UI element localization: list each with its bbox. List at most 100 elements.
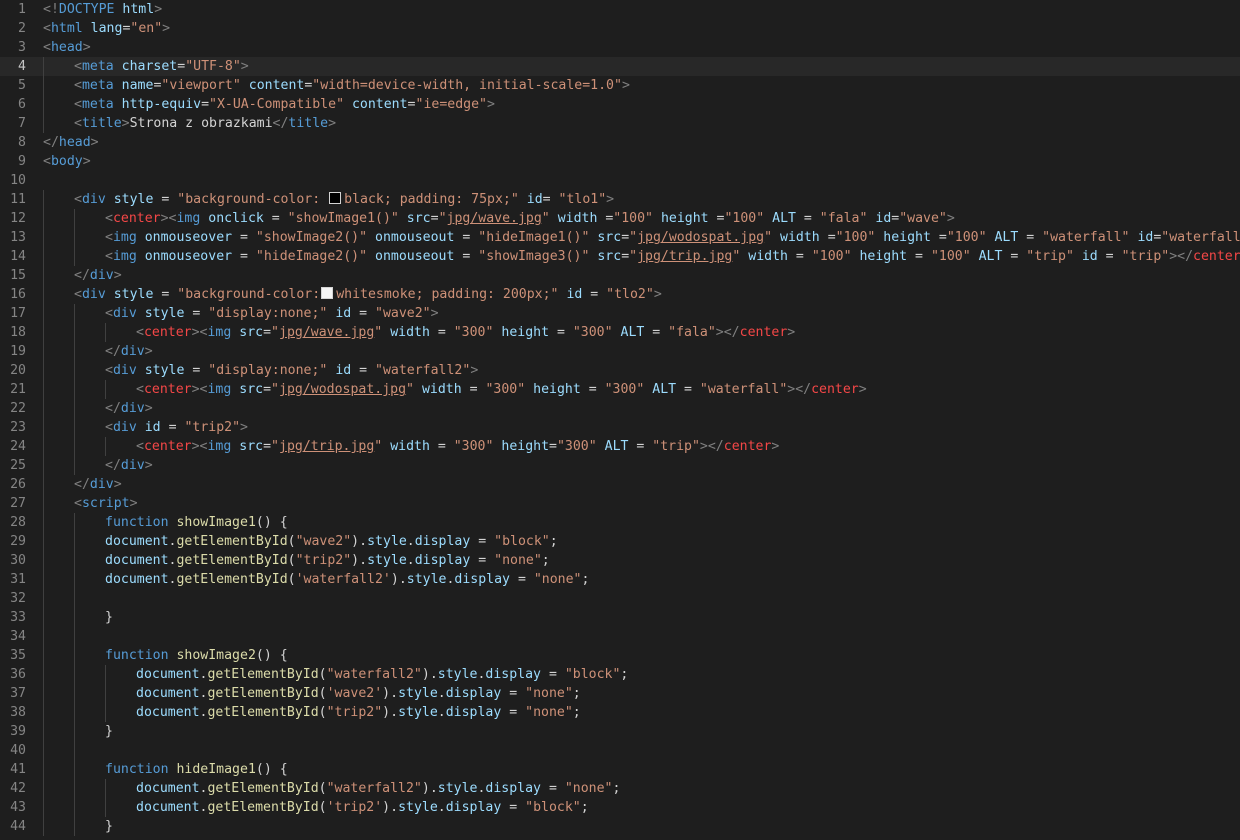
- code-line[interactable]: 8 </head>: [0, 133, 1240, 152]
- code-lines[interactable]: 1 <!DOCTYPE html> 2 <html lang="en"> 3 <head>…: [0, 0, 1240, 836]
- code-line[interactable]: 3 <head>: [0, 38, 1240, 57]
- code-line[interactable]: 26 </div>: [0, 475, 1240, 494]
- code-token: meta: [81, 97, 114, 112]
- code-line[interactable]: 42 document.getElementById("waterfall2").…: [0, 779, 1240, 798]
- code-line[interactable]: 35 function showImage2() {: [0, 646, 1240, 665]
- color-swatch-icon[interactable]: [329, 192, 342, 204]
- code-token: "showImage1()": [287, 211, 399, 226]
- code-token: ).: [390, 572, 407, 587]
- code-line[interactable]: 37 document. getElementById('wave2').style…: [0, 684, 1240, 703]
- code-line[interactable]: 29 document. getElementById("wave2").style…: [0, 532, 1240, 551]
- code-text: <img onmouseover = "showImage2()" onmous…: [105, 228, 1240, 247]
- code-line[interactable]: 21 <center><img src="jpg/wodospat.jpg" wi…: [0, 380, 1240, 399]
- code-token: (: [318, 705, 327, 720]
- code-token: <!: [43, 2, 59, 17]
- code-token: =: [580, 382, 605, 397]
- code-token: }: [105, 724, 113, 739]
- code-line[interactable]: 25 </div>: [0, 456, 1240, 475]
- code-line[interactable]: 2 <html lang="en">: [0, 19, 1240, 38]
- code-line[interactable]: 41 function hideImage1() {: [0, 760, 1240, 779]
- code-line[interactable]: 27 <script>: [0, 494, 1240, 513]
- code-line[interactable]: 34: [0, 627, 1240, 646]
- code-line[interactable]: 16 <div style = "background-color: whitesm…: [0, 285, 1240, 304]
- code-token: =: [263, 439, 272, 454]
- indent-guide: [74, 608, 75, 627]
- code-token: meta: [81, 78, 114, 93]
- code-token: div: [120, 344, 145, 359]
- code-text: </div>: [105, 456, 153, 475]
- code-line[interactable]: 24 <center><img src="jpg/trip.jpg" width …: [0, 437, 1240, 456]
- code-line[interactable]: 11 <div style = "background-color: black;…: [0, 190, 1240, 209]
- code-token: img: [207, 382, 232, 397]
- code-token: div: [89, 268, 114, 283]
- code-line[interactable]: 38 document. getElementById("trip2").style…: [0, 703, 1240, 722]
- code-line[interactable]: 5 <meta name="viewport" content="width=de…: [0, 76, 1240, 95]
- code-token: =: [644, 325, 669, 340]
- code-token: ALT: [604, 439, 629, 454]
- code-line[interactable]: 31 document.getElementById('waterfall2').…: [0, 570, 1240, 589]
- color-swatch-icon[interactable]: [321, 287, 334, 299]
- code-token: center: [112, 211, 161, 226]
- code-line[interactable]: 14 <img onmouseover = "hideImage2()" onmo…: [0, 247, 1240, 266]
- code-token: >: [430, 306, 439, 321]
- code-line[interactable]: 44}: [0, 817, 1240, 836]
- code-line[interactable]: 28 function showImage1() {: [0, 513, 1240, 532]
- indent-guide: [74, 589, 75, 608]
- code-line[interactable]: 36 document.getElementById("waterfall2").…: [0, 665, 1240, 684]
- code-line[interactable]: 32: [0, 589, 1240, 608]
- code-token: "tlo2": [606, 287, 654, 302]
- code-text: <div style = "background-color: whitesmok…: [74, 285, 662, 304]
- code-line[interactable]: 40: [0, 741, 1240, 760]
- code-token: () {: [255, 648, 288, 663]
- indent-guide: [74, 399, 75, 418]
- line-number: 33: [10, 610, 26, 625]
- code-token: (: [287, 572, 296, 587]
- code-line[interactable]: 6 <meta http-equiv="X-UA-Compatible" cont…: [0, 95, 1240, 114]
- code-token: "block": [494, 534, 550, 549]
- indent-guide: [43, 513, 44, 532]
- line-number: 43: [10, 800, 26, 815]
- code-line[interactable]: 17 <div style = "display:none;" id = "wav…: [0, 304, 1240, 323]
- code-line[interactable]: 30 document. getElementById("trip2").style…: [0, 551, 1240, 570]
- code-token: content: [351, 97, 408, 112]
- code-line[interactable]: 20 <div style = "display:none;" id = "wat…: [0, 361, 1240, 380]
- code-line[interactable]: 43 document. getElementById('trip2').style…: [0, 798, 1240, 817]
- indent-guide: [105, 380, 106, 399]
- line-number: 24: [10, 439, 26, 454]
- code-line[interactable]: 15 </div>: [0, 266, 1240, 285]
- code-line[interactable]: 23 <div id = "trip2">: [0, 418, 1240, 437]
- code-line[interactable]: 12 <center><img onclick = "showImage1()" …: [0, 209, 1240, 228]
- code-line[interactable]: 22 </div>: [0, 399, 1240, 418]
- code-token: center: [723, 439, 772, 454]
- code-editor[interactable]: 1 <!DOCTYPE html> 2 <html lang="en"> 3 <head>…: [0, 0, 1240, 840]
- code-token: showImage2: [176, 648, 256, 663]
- code-token: >: [771, 439, 780, 454]
- code-line[interactable]: 18 <center><img src="jpg/wave.jpg" width …: [0, 323, 1240, 342]
- code-line[interactable]: 1 <!DOCTYPE html>: [0, 0, 1240, 19]
- code-token: ><: [191, 325, 208, 340]
- code-token: =: [787, 249, 812, 264]
- code-line[interactable]: 19 </div>: [0, 342, 1240, 361]
- indent-guide: [105, 665, 106, 684]
- code-token: display: [414, 553, 471, 568]
- code-token: =: [930, 230, 947, 245]
- code-token: =: [628, 439, 653, 454]
- code-line[interactable]: 13 <img onmouseover = "showImage2()" onmo…: [0, 228, 1240, 247]
- code-line[interactable]: 9 <body>: [0, 152, 1240, 171]
- code-token: onclick: [208, 211, 264, 226]
- code-line[interactable]: 10: [0, 171, 1240, 190]
- indent-guide: [43, 209, 44, 228]
- code-token: jpg/wodospat.jpg: [279, 382, 407, 397]
- code-line[interactable]: 4 <meta charset="UTF-8">: [0, 57, 1240, 76]
- code-token: display: [485, 781, 541, 796]
- code-token: style: [144, 363, 185, 378]
- indent-guide: [43, 798, 44, 817]
- code-line[interactable]: 39}: [0, 722, 1240, 741]
- code-token: id: [566, 287, 583, 302]
- code-line[interactable]: 7 <title>Strona z obrazkami</title>: [0, 114, 1240, 133]
- code-token: "en": [130, 21, 163, 36]
- code-token: ).: [421, 781, 438, 796]
- code-line[interactable]: 33}: [0, 608, 1240, 627]
